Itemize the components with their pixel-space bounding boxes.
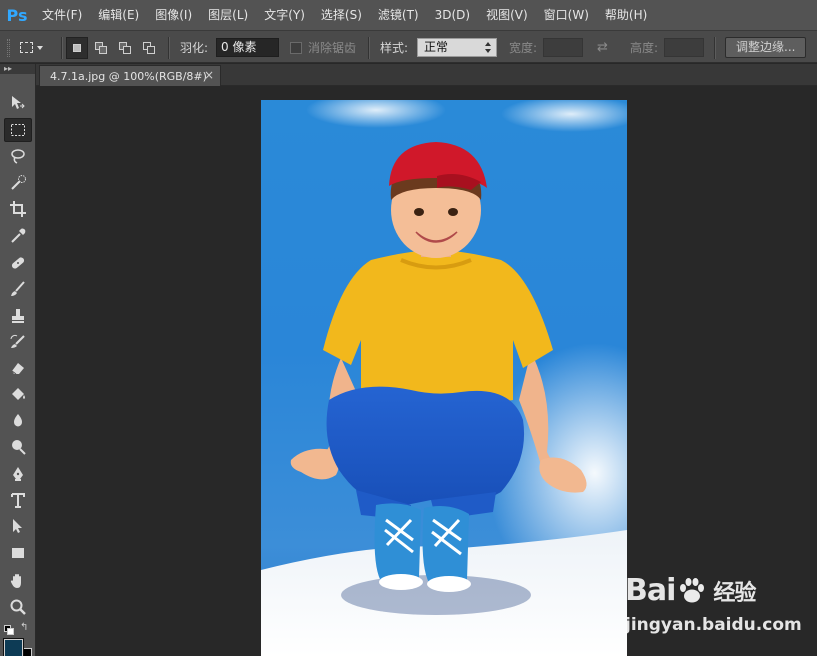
swap-dimensions-icon[interactable]: ⇄ <box>597 40 608 55</box>
menu-window[interactable]: 窗口(W) <box>536 0 597 30</box>
new-selection-icon <box>71 42 83 54</box>
style-select-value: 正常 <box>424 40 449 54</box>
crop-tool-icon[interactable] <box>4 197 32 221</box>
paint-bucket-tool-icon[interactable] <box>4 382 32 406</box>
lasso-tool-icon[interactable] <box>4 144 32 168</box>
clone-stamp-tool-icon[interactable] <box>4 304 32 328</box>
type-tool-icon[interactable] <box>4 488 32 512</box>
marquee-preset-icon <box>20 42 33 53</box>
pen-tool-icon[interactable] <box>4 462 32 486</box>
hand-tool-icon[interactable] <box>4 569 32 593</box>
menu-layer[interactable]: 图层(L) <box>200 0 256 30</box>
menu-view[interactable]: 视图(V) <box>478 0 536 30</box>
marquee-tool-icon[interactable] <box>4 118 32 142</box>
new-selection-button[interactable] <box>66 36 88 59</box>
menu-3d[interactable]: 3D(D) <box>427 0 478 30</box>
baidu-jingyan-watermark: Bai 经验 jingyan.baidu.com <box>625 565 802 645</box>
height-input[interactable] <box>664 38 704 57</box>
intersect-selection-button[interactable] <box>138 37 160 59</box>
menu-select[interactable]: 选择(S) <box>313 0 370 30</box>
document-tab-bar: 4.7.1a.jpg @ 100%(RGB/8#) × <box>36 64 817 86</box>
divider <box>61 36 62 59</box>
default-colors-icon[interactable] <box>4 624 14 635</box>
subtract-selection-icon <box>119 41 131 54</box>
subtract-selection-button[interactable] <box>114 37 136 59</box>
quick-select-tool-icon[interactable] <box>4 171 32 195</box>
width-input[interactable] <box>543 38 583 57</box>
feather-label: 羽化: <box>180 41 209 55</box>
foreground-color-swatch[interactable] <box>4 639 23 656</box>
menu-bar: Ps 文件(F) 编辑(E) 图像(I) 图层(L) 文字(Y) 选择(S) 滤… <box>0 0 817 30</box>
width-label: 宽度: <box>509 41 538 55</box>
menu-type[interactable]: 文字(Y) <box>256 0 313 30</box>
chevron-down-icon <box>37 45 43 50</box>
add-selection-button[interactable] <box>90 37 112 59</box>
document-image <box>261 100 627 656</box>
photo-boy-sitting <box>261 100 627 656</box>
menu-edit[interactable]: 编辑(E) <box>90 0 147 30</box>
eraser-tool-icon[interactable] <box>4 356 32 380</box>
paw-icon <box>680 577 705 602</box>
menu-image[interactable]: 图像(I) <box>147 0 200 30</box>
feather-input[interactable]: 0 像素 <box>216 38 279 57</box>
watermark-brand-left: Bai <box>625 573 676 608</box>
swap-colors-icon[interactable]: ↰ <box>20 622 28 633</box>
divider <box>714 36 715 59</box>
style-select[interactable]: 正常 <box>417 38 497 57</box>
refine-edge-button[interactable]: 调整边缘... <box>725 37 807 58</box>
close-icon[interactable]: × <box>204 68 214 82</box>
antialias-label: 消除锯齿 <box>308 41 357 55</box>
watermark-url: jingyan.baidu.com <box>625 615 802 635</box>
options-bar: 羽化: 0 像素 消除锯齿 样式: 正常 宽度: ⇄ 高度: 调整边缘... <box>0 30 817 63</box>
path-select-tool-icon[interactable] <box>4 514 32 538</box>
brush-tool-icon[interactable] <box>4 277 32 301</box>
blur-tool-icon[interactable] <box>4 409 32 433</box>
zoom-tool-icon[interactable] <box>4 595 32 619</box>
dodge-tool-icon[interactable] <box>4 435 32 459</box>
toolbox-collapse-handle[interactable]: ▸▸ <box>0 64 35 74</box>
watermark-brand: Bai 经验 <box>625 573 756 608</box>
select-arrows-icon <box>485 42 491 53</box>
divider <box>168 36 169 59</box>
photoshop-logo: Ps <box>6 5 28 25</box>
menu-file[interactable]: 文件(F) <box>34 0 90 30</box>
toolbox: ▸▸ ↰ <box>0 64 36 656</box>
add-selection-icon <box>95 41 107 54</box>
divider <box>368 36 369 59</box>
healing-brush-tool-icon[interactable] <box>4 251 32 275</box>
move-tool-icon[interactable] <box>4 91 32 115</box>
height-label: 高度: <box>630 41 659 55</box>
document-tab[interactable]: 4.7.1a.jpg @ 100%(RGB/8#) × <box>39 65 221 86</box>
antialias-checkbox[interactable] <box>290 41 302 54</box>
tool-preset-picker[interactable] <box>16 37 56 59</box>
watermark-brand-right: 经验 <box>713 580 756 606</box>
style-label: 样式: <box>380 41 409 55</box>
document-tab-title: 4.7.1a.jpg @ 100%(RGB/8#) <box>50 69 207 83</box>
history-brush-tool-icon[interactable] <box>4 330 32 354</box>
intersect-selection-icon <box>143 41 155 54</box>
options-grip[interactable] <box>7 38 10 57</box>
shape-tool-icon[interactable] <box>4 541 32 565</box>
eyedropper-tool-icon[interactable] <box>4 224 32 248</box>
menu-help[interactable]: 帮助(H) <box>597 0 655 30</box>
menu-filter[interactable]: 滤镜(T) <box>370 0 427 30</box>
